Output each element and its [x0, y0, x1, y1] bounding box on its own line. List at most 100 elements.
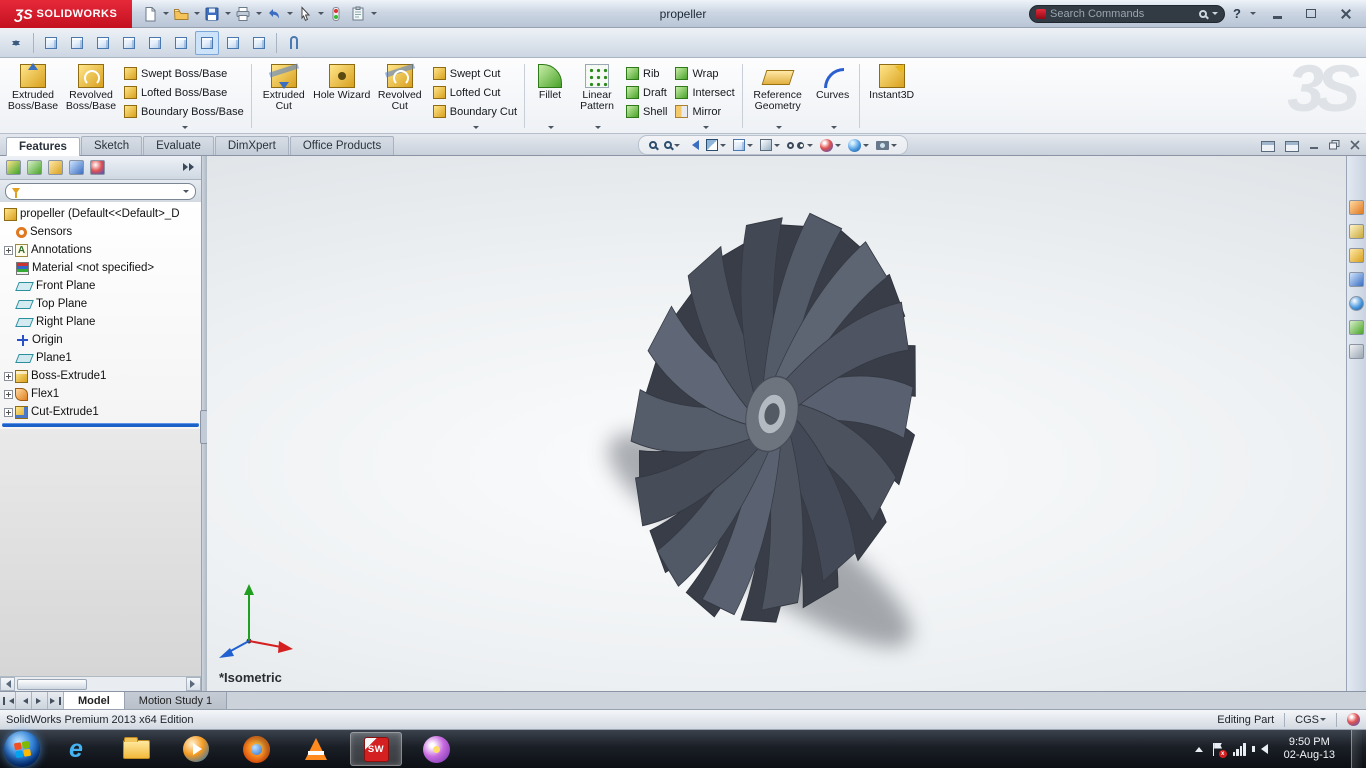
- search-input[interactable]: [1050, 7, 1196, 20]
- taskbar-clock[interactable]: 9:50 PM 02-Aug-13: [1278, 736, 1341, 762]
- linear-pattern-button[interactable]: Linear Pattern: [572, 60, 622, 133]
- featuremanager-hscrollbar[interactable]: [0, 676, 201, 691]
- appearance-chevron-icon[interactable]: [835, 143, 841, 150]
- apply-scene-button[interactable]: [848, 138, 869, 152]
- tab-motion-study-1[interactable]: Motion Study 1: [124, 692, 228, 709]
- cascade-windows-icon[interactable]: [1285, 140, 1299, 152]
- unit-system-button[interactable]: CGS: [1295, 714, 1326, 726]
- tree-item-top-plane[interactable]: Top Plane: [0, 295, 201, 313]
- section-chevron-icon[interactable]: [720, 143, 726, 150]
- new-document-button[interactable]: [140, 3, 160, 25]
- start-button[interactable]: [4, 731, 40, 767]
- search-chevron-icon[interactable]: [1212, 12, 1219, 18]
- edit-appearance-button[interactable]: [820, 138, 841, 152]
- scrollbar-thumb[interactable]: [17, 678, 87, 690]
- quick-tips-icon[interactable]: [1347, 713, 1360, 726]
- revolved-cut-button[interactable]: Revolved Cut: [371, 60, 429, 133]
- select-button[interactable]: [295, 3, 315, 25]
- taskbar-internet-explorer[interactable]: e: [50, 732, 102, 766]
- left-view-button[interactable]: [91, 31, 115, 55]
- view-orientation-chevron-icon[interactable]: [747, 143, 753, 150]
- tab-sketch[interactable]: Sketch: [80, 136, 143, 155]
- show-hidden-icons-button[interactable]: [1194, 743, 1203, 752]
- expand-plus-icon[interactable]: [4, 245, 13, 255]
- tab-evaluate[interactable]: Evaluate: [143, 136, 214, 155]
- hide-show-items-button[interactable]: [787, 141, 813, 150]
- view-palette-icon[interactable]: [1349, 272, 1364, 287]
- taskbar-windows-explorer[interactable]: [110, 732, 162, 766]
- dimxpert-manager-icon[interactable]: [69, 160, 84, 175]
- taskbar-solidworks-active[interactable]: SW: [350, 732, 402, 766]
- tree-item-front-plane[interactable]: Front Plane: [0, 277, 201, 295]
- tree-item-sensors[interactable]: Sensors: [0, 223, 201, 241]
- draft-button[interactable]: Draft: [626, 85, 667, 100]
- volume-icon[interactable]: [1251, 744, 1268, 754]
- revolved-boss-button[interactable]: Revolved Boss/Base: [62, 60, 120, 133]
- expand-plus-icon[interactable]: [4, 407, 13, 417]
- hide-show-chevron-icon[interactable]: [807, 143, 813, 150]
- taskbar-paint-app[interactable]: [410, 732, 462, 766]
- custom-properties-icon[interactable]: [1349, 320, 1364, 335]
- boss-stack-chevron-icon[interactable]: [181, 126, 188, 132]
- back-view-button[interactable]: [65, 31, 89, 55]
- tab-features[interactable]: Features: [6, 137, 80, 156]
- display-style-chevron-icon[interactable]: [774, 143, 780, 150]
- tree-item-boss-extrude1[interactable]: Boss-Extrude1: [0, 367, 201, 385]
- view-settings-button[interactable]: [876, 140, 897, 150]
- search-commands-box[interactable]: [1029, 4, 1226, 23]
- tree-item-cut-extrude1[interactable]: Cut-Extrude1: [0, 403, 201, 421]
- cut-stack-chevron-icon[interactable]: [472, 126, 479, 132]
- expand-plus-icon[interactable]: [4, 389, 13, 399]
- tree-item-part-root[interactable]: propeller (Default<<Default>_D: [0, 205, 201, 223]
- bottom-view-button[interactable]: [169, 31, 193, 55]
- save-chevron-icon[interactable]: [225, 12, 231, 18]
- minimize-button[interactable]: [1264, 5, 1290, 23]
- tree-item-plane1[interactable]: Plane1: [0, 349, 201, 367]
- tab-dimxpert[interactable]: DimXpert: [214, 136, 289, 155]
- front-view-button[interactable]: [39, 31, 63, 55]
- tree-item-right-plane[interactable]: Right Plane: [0, 313, 201, 331]
- swept-cut-button[interactable]: Swept Cut: [432, 66, 517, 81]
- file-explorer-icon[interactable]: [1349, 248, 1364, 263]
- expand-tabs-icon[interactable]: [183, 162, 195, 173]
- previous-view-button[interactable]: [687, 140, 699, 150]
- rollback-bar[interactable]: [2, 423, 199, 427]
- open-button[interactable]: [171, 3, 191, 25]
- extruded-cut-button[interactable]: Extruded Cut: [255, 60, 313, 133]
- tree-item-origin[interactable]: Origin: [0, 331, 201, 349]
- taskbar-firefox[interactable]: [230, 732, 282, 766]
- first-tab-button[interactable]: [0, 692, 16, 709]
- view-settings-chevron-icon[interactable]: [891, 143, 897, 150]
- new-chevron-icon[interactable]: [163, 12, 169, 18]
- help-chevron-icon[interactable]: [1250, 12, 1256, 18]
- boundary-boss-button[interactable]: Boundary Boss/Base: [124, 104, 244, 119]
- doc-close-button[interactable]: [1350, 137, 1360, 155]
- next-tab-button[interactable]: [32, 692, 48, 709]
- reference-geometry-button[interactable]: Reference Geometry: [746, 60, 810, 133]
- filter-input[interactable]: [24, 185, 178, 197]
- help-button[interactable]: ?: [1233, 6, 1241, 21]
- configuration-manager-icon[interactable]: [48, 160, 63, 175]
- view-orientation-button[interactable]: [733, 139, 753, 151]
- boundary-cut-button[interactable]: Boundary Cut: [432, 104, 517, 119]
- appearances-scenes-icon[interactable]: [1349, 296, 1364, 311]
- save-button[interactable]: [202, 3, 222, 25]
- tree-item-flex1[interactable]: Flex1: [0, 385, 201, 403]
- curves-button[interactable]: Curves: [810, 60, 856, 133]
- print-button[interactable]: [233, 3, 253, 25]
- show-desktop-button[interactable]: [1351, 730, 1362, 768]
- rib-button[interactable]: Rib: [626, 66, 667, 81]
- linear-pattern-chevron-icon[interactable]: [595, 126, 601, 132]
- unit-system-chevron-icon[interactable]: [1320, 718, 1326, 724]
- reference-geometry-chevron-icon[interactable]: [775, 126, 782, 132]
- normal-to-button[interactable]: [4, 31, 28, 55]
- options-chevron-icon[interactable]: [371, 12, 377, 18]
- select-chevron-icon[interactable]: [318, 12, 324, 18]
- curves-chevron-icon[interactable]: [830, 126, 837, 132]
- right-view-button[interactable]: [117, 31, 141, 55]
- scroll-right-button[interactable]: [186, 677, 201, 691]
- zoom-chevron-icon[interactable]: [674, 143, 680, 150]
- zoom-to-area-button[interactable]: [664, 141, 680, 150]
- options-button[interactable]: [348, 3, 368, 25]
- tree-item-annotations[interactable]: A Annotations: [0, 241, 201, 259]
